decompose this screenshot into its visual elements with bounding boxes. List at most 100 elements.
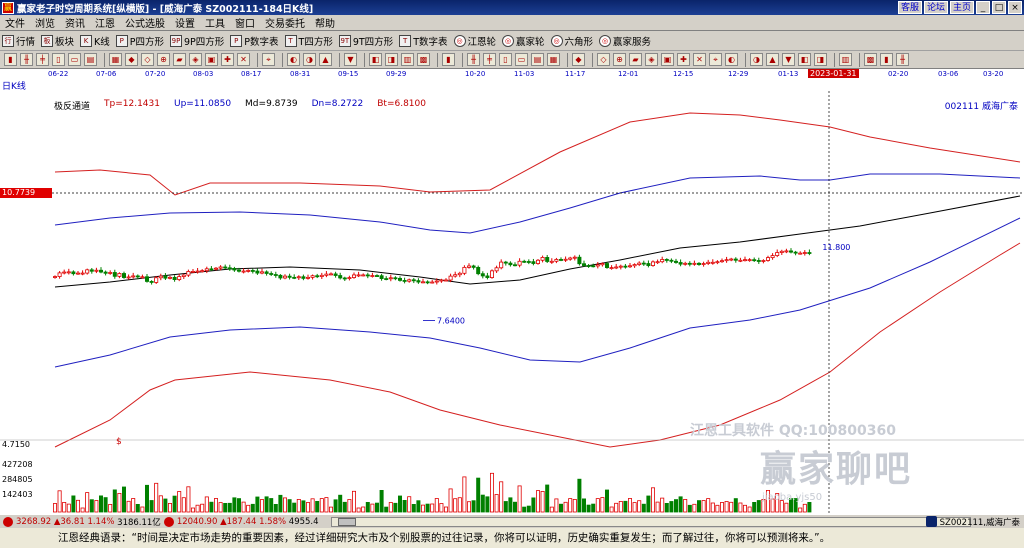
maximize-button[interactable]: □ bbox=[992, 1, 1006, 14]
drawing-tool-icon[interactable]: ◨ bbox=[385, 53, 398, 66]
candle-body bbox=[158, 275, 163, 279]
volume-bar bbox=[379, 489, 384, 513]
drawing-tool-icon[interactable]: ▰ bbox=[173, 53, 186, 66]
drawing-tool-icon[interactable]: ▭ bbox=[68, 53, 81, 66]
homepage-link[interactable]: 主页 bbox=[949, 1, 974, 14]
drawing-tool-icon[interactable]: ▮ bbox=[442, 53, 455, 66]
drawing-tool-icon[interactable]: ⌖ bbox=[262, 53, 275, 66]
candle-body bbox=[807, 252, 812, 254]
toolbar-button[interactable]: 行行情 bbox=[2, 34, 35, 48]
toolbar-button[interactable]: 板板块 bbox=[41, 34, 74, 48]
drawing-tool-icon[interactable]: ╪ bbox=[36, 53, 49, 66]
drawing-tool-icon[interactable]: ◑ bbox=[303, 53, 316, 66]
candle-body bbox=[499, 261, 504, 269]
toolbar-icon: 行 bbox=[2, 34, 14, 47]
drawing-tool-icon[interactable]: ▤ bbox=[531, 53, 544, 66]
drawing-tool-icon[interactable]: ✚ bbox=[221, 53, 234, 66]
toolbar-button[interactable]: K K线 bbox=[80, 34, 110, 48]
date-label: 03-20 bbox=[983, 70, 1004, 78]
drawing-tool-icon[interactable]: ◐ bbox=[725, 53, 738, 66]
menu-trade[interactable]: 交易委托 bbox=[260, 15, 310, 30]
drawing-tool-icon[interactable]: ╫ bbox=[20, 53, 33, 66]
toolbar-button[interactable]: ◎ 赢家服务 bbox=[599, 34, 651, 48]
drawing-tool-icon[interactable]: ⌖ bbox=[709, 53, 722, 66]
drawing-tool-icon[interactable]: ⊕ bbox=[613, 53, 626, 66]
drawing-tool-icon[interactable]: ◈ bbox=[189, 53, 202, 66]
drawing-tool-icon[interactable]: ╪ bbox=[483, 53, 496, 66]
drawing-tool-icon[interactable]: ▮ bbox=[4, 53, 17, 66]
drawing-tool-icon[interactable]: ▣ bbox=[661, 53, 674, 66]
drawing-tool-icon[interactable]: ◇ bbox=[141, 53, 154, 66]
drawing-tool-icon[interactable]: ▩ bbox=[417, 53, 430, 66]
menu-file[interactable]: 文件 bbox=[0, 15, 30, 30]
toolbar-button[interactable]: ◎ 六角形 bbox=[550, 34, 593, 48]
drawing-tool-icon[interactable]: ◇ bbox=[597, 53, 610, 66]
menu-settings[interactable]: 设置 bbox=[170, 15, 200, 30]
toolbar-button[interactable]: ◎ 赢家轮 bbox=[502, 34, 545, 48]
candle-body bbox=[614, 266, 619, 269]
drawing-tool-icon[interactable]: ▼ bbox=[344, 53, 357, 66]
drawing-tool-icon[interactable]: ◆ bbox=[125, 53, 138, 66]
candle-body bbox=[62, 271, 67, 274]
drawing-tool-icon[interactable]: ✚ bbox=[677, 53, 690, 66]
menu-tools[interactable]: 工具 bbox=[200, 15, 230, 30]
drawing-tool-icon[interactable]: ▥ bbox=[839, 53, 852, 66]
drawing-tool-icon[interactable]: ▦ bbox=[109, 53, 122, 66]
upper-outer-band bbox=[54, 112, 1021, 196]
drawing-tool-icon[interactable]: ▼ bbox=[782, 53, 795, 66]
drawing-tool-icon[interactable]: ▥ bbox=[401, 53, 414, 66]
toolbar-button[interactable]: T T四方形 bbox=[284, 34, 333, 48]
drawing-tool-icon[interactable]: ▮ bbox=[880, 53, 893, 66]
date-label: 06-22 bbox=[48, 70, 69, 78]
drawing-tool-icon[interactable]: ╫ bbox=[467, 53, 480, 66]
drawing-tool-icon[interactable]: ▣ bbox=[205, 53, 218, 66]
drawing-tool-icon[interactable]: ◆ bbox=[572, 53, 585, 66]
toolbar-button[interactable]: 9T 9T四方形 bbox=[338, 34, 393, 48]
scrollbar-thumb[interactable] bbox=[337, 517, 356, 526]
candle-body bbox=[181, 274, 186, 277]
menu-gann[interactable]: 江恩 bbox=[90, 15, 120, 30]
horizontal-scrollbar[interactable] bbox=[330, 516, 971, 527]
toolbar-button[interactable]: T T数字表 bbox=[399, 34, 448, 48]
drawing-tool-icon[interactable]: ▩ bbox=[864, 53, 877, 66]
candle-body bbox=[692, 262, 697, 265]
drawing-tool-icon[interactable]: ▯ bbox=[52, 53, 65, 66]
drawing-tool-icon[interactable]: ▭ bbox=[515, 53, 528, 66]
drawing-tool-icon[interactable]: ✕ bbox=[693, 53, 706, 66]
toolbar-button[interactable]: P P数字表 bbox=[230, 34, 279, 48]
drawing-tool-icon[interactable]: ⊕ bbox=[157, 53, 170, 66]
minimize-button[interactable]: _ bbox=[976, 1, 990, 14]
drawing-tool-icon[interactable]: ╫ bbox=[896, 53, 909, 66]
drawing-tool-icon[interactable]: ▤ bbox=[84, 53, 97, 66]
drawing-tool-icon[interactable]: ▯ bbox=[499, 53, 512, 66]
candle-body bbox=[655, 261, 660, 264]
shanghai-index[interactable]: 3268.92 ▲36.81 1.14% 3186.11亿 bbox=[3, 516, 161, 528]
toolbar-button[interactable]: ◎ 江恩轮 bbox=[453, 34, 496, 48]
drawing-tool-icon[interactable]: ✕ bbox=[237, 53, 250, 66]
shenzhen-index[interactable]: 12040.90 ▲187.44 1.58% 4955.4 bbox=[163, 516, 319, 527]
customer-service-link[interactable]: 客服 bbox=[897, 1, 922, 14]
toolbar-button[interactable]: 9P 9P四方形 bbox=[170, 34, 224, 48]
drawing-tool-icon[interactable]: ▦ bbox=[547, 53, 560, 66]
drawing-tool-icon[interactable]: ◈ bbox=[645, 53, 658, 66]
menu-browse[interactable]: 浏览 bbox=[30, 15, 60, 30]
candle-body bbox=[103, 271, 108, 274]
drawing-tool-icon[interactable]: ◧ bbox=[369, 53, 382, 66]
drawing-tool-icon[interactable]: ◐ bbox=[287, 53, 300, 66]
forum-link[interactable]: 论坛 bbox=[923, 1, 948, 14]
drawing-tool-icon[interactable]: ◑ bbox=[750, 53, 763, 66]
drawing-tool-icon[interactable]: ◧ bbox=[798, 53, 811, 66]
close-button[interactable]: × bbox=[1008, 1, 1022, 14]
toolbar-button[interactable]: P P四方形 bbox=[115, 34, 164, 48]
drawing-tool-icon[interactable]: ▲ bbox=[319, 53, 332, 66]
drawing-tool-icon[interactable]: ▲ bbox=[766, 53, 779, 66]
drawing-tool-icon[interactable]: ▰ bbox=[629, 53, 642, 66]
menu-help[interactable]: 帮助 bbox=[310, 15, 340, 30]
menu-news[interactable]: 资讯 bbox=[60, 15, 90, 30]
menu-window[interactable]: 窗口 bbox=[230, 15, 260, 30]
volume-bar bbox=[476, 477, 481, 513]
drawing-tool-icon[interactable]: ◨ bbox=[814, 53, 827, 66]
candle-body bbox=[609, 267, 614, 269]
menu-formula-screening[interactable]: 公式选股 bbox=[120, 15, 170, 30]
candle-body bbox=[324, 273, 329, 276]
